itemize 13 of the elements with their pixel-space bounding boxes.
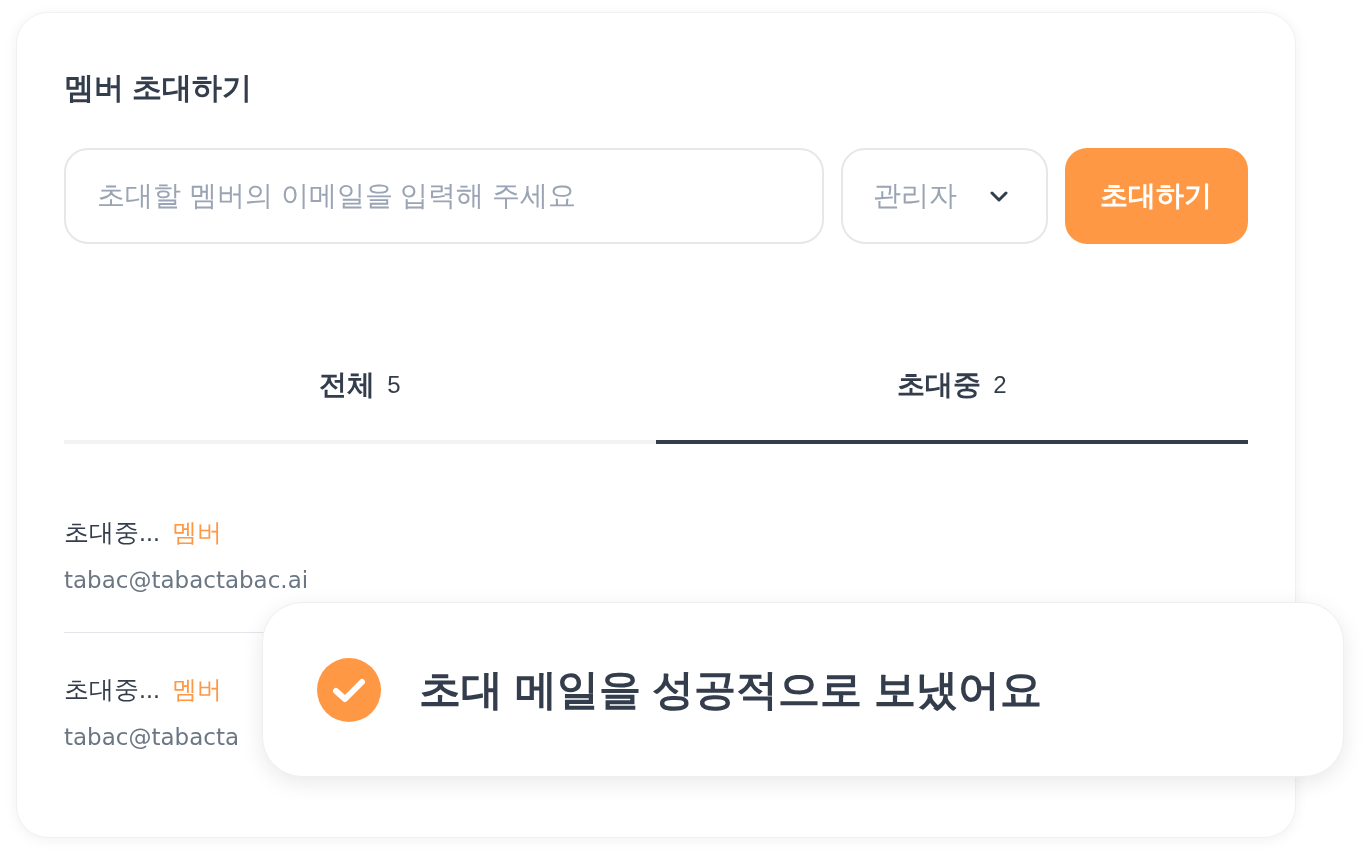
- member-role: 멤버: [171, 516, 222, 548]
- chevron-down-icon: [989, 190, 1008, 202]
- member-email: tabac@tabacta: [64, 723, 239, 752]
- tab[interactable]: 초대중 2: [656, 340, 1248, 444]
- check-circle-icon: [317, 657, 381, 722]
- section-title: 멤버 초대하기: [64, 70, 253, 106]
- member-email: tabac@tabactabac.ai: [64, 566, 309, 595]
- email-input-field[interactable]: 초대할 멤버의 이메일을 입력해 주세요: [64, 148, 824, 244]
- member-name: 초대중...: [64, 673, 160, 705]
- member-name: 초대중...: [64, 516, 160, 548]
- tab[interactable]: 전체 5: [64, 340, 656, 444]
- toast-message: 초대 메일을 성공적으로 보냈어요: [419, 664, 1042, 715]
- member-role: 멤버: [171, 673, 222, 705]
